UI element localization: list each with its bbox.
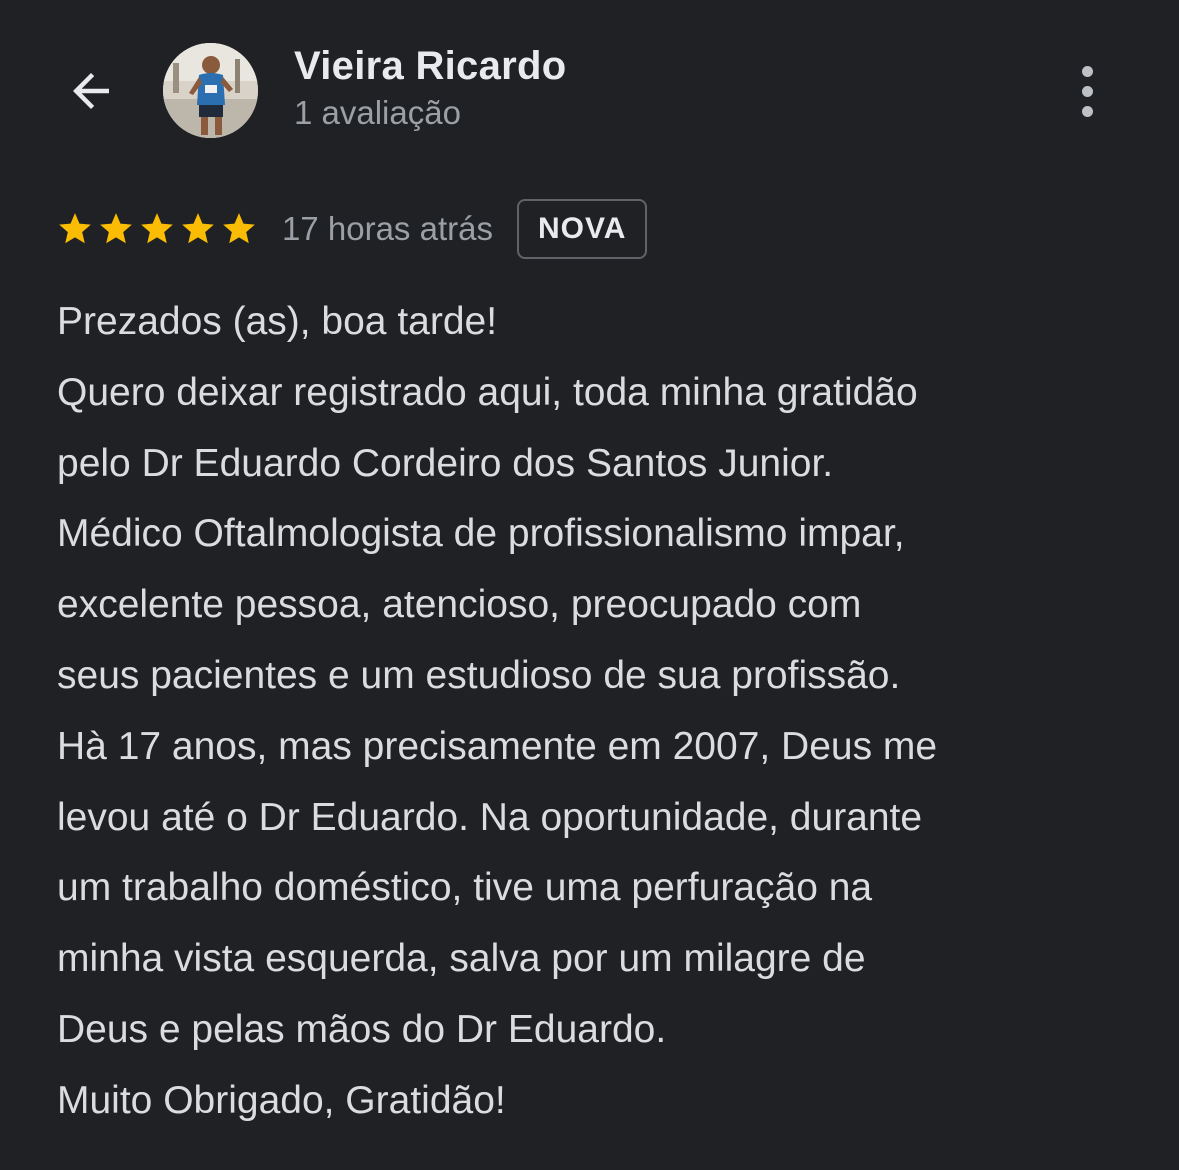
- review-count: 1 avaliação: [294, 94, 461, 131]
- arrow-back-icon: [73, 73, 109, 109]
- review-text-line: Quero deixar registrado aqui, toda minha…: [57, 370, 918, 414]
- review-text-line: um trabalho doméstico, tive uma perfuraç…: [57, 866, 873, 910]
- review-text-line: pelo Dr Eduardo Cordeiro dos Santos Juni…: [57, 441, 834, 485]
- more-vertical-icon-dot: [1081, 105, 1093, 117]
- review-text-line: excelente pessoa, atencioso, preocupado …: [57, 583, 862, 627]
- review-text-line: Hà 17 anos, mas precisamente em 2007, De…: [57, 724, 938, 768]
- review-text-line: Deus e pelas mãos do Dr Eduardo.: [57, 1007, 667, 1051]
- review-timestamp: 17 horas atrás: [282, 210, 493, 247]
- star-icon: [220, 210, 258, 248]
- reviewer-name[interactable]: Vieira Ricardo: [294, 44, 566, 89]
- review-text-line: Muito Obrigado, Gratidão!: [57, 1078, 506, 1122]
- avatar[interactable]: [163, 43, 258, 138]
- star-icon: [179, 210, 217, 248]
- review-text-line: Prezados (as), boa tarde!: [57, 300, 498, 343]
- more-vertical-icon-dot: [1081, 85, 1093, 97]
- more-vertical-icon: [1081, 65, 1093, 77]
- star-icon: [56, 210, 94, 248]
- review-header: Vieira Ricardo 1 avaliação: [0, 0, 1179, 180]
- back-button[interactable]: [58, 58, 124, 124]
- star-rating: [56, 210, 258, 248]
- new-badge: NOVA: [516, 199, 648, 259]
- star-icon: [97, 210, 135, 248]
- review-meta: 17 horas atrás NOVA: [56, 196, 648, 262]
- review-text-line: Médico Oftalmologista de profissionalism…: [57, 512, 905, 556]
- more-options-button[interactable]: [1060, 58, 1114, 124]
- star-icon: [138, 210, 176, 248]
- review-text-line: seus pacientes e um estudioso de sua pro…: [57, 653, 901, 697]
- review-text-line: minha vista esquerda, salva por um milag…: [57, 937, 866, 981]
- review-text-line: levou até o Dr Eduardo. Na oportunidade,…: [57, 795, 923, 839]
- review-text: Prezados (as), boa tarde! Quero deixar re…: [57, 287, 1157, 1137]
